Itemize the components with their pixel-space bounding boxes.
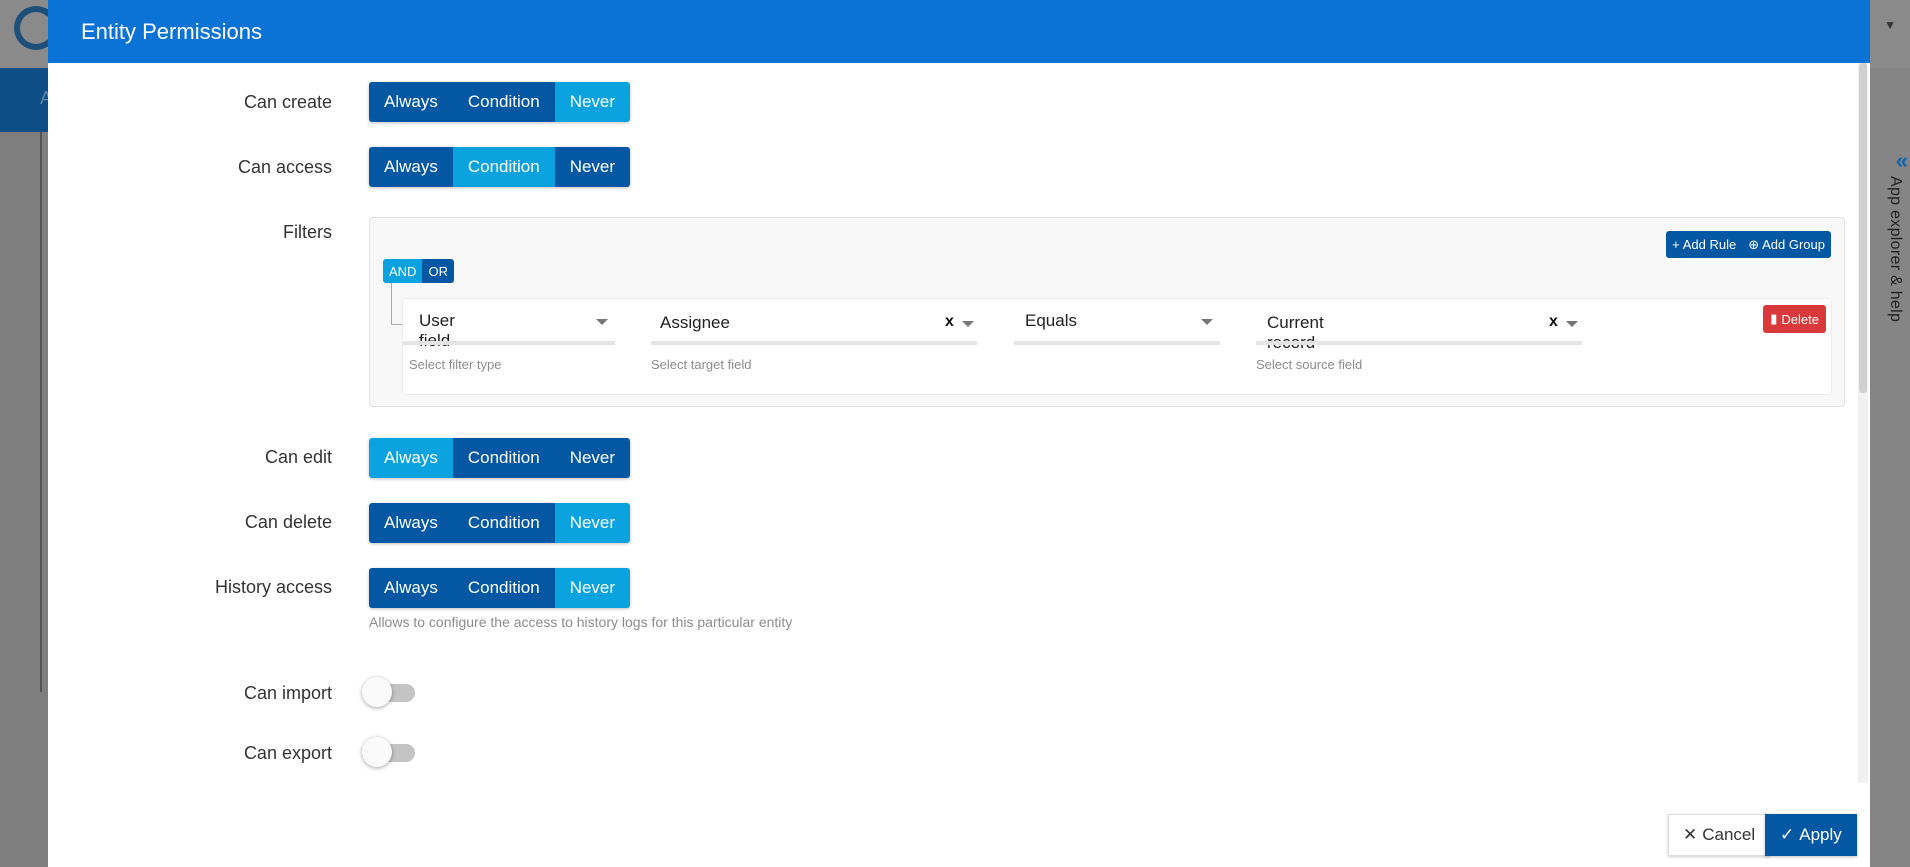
can-create-never-button[interactable]: Never (554, 82, 631, 122)
chevron-down-icon[interactable] (962, 321, 974, 327)
history-access-label: History access (214, 577, 332, 597)
modal-header: Entity Permissions (48, 0, 1870, 63)
filter-type-value: User field (419, 311, 455, 350)
plus-icon: + (1672, 237, 1680, 252)
can-edit-always-button[interactable]: Always (369, 438, 453, 478)
trash-icon: ▮ (1770, 311, 1778, 326)
chevron-down-icon[interactable] (1201, 319, 1213, 325)
toggle-knob (362, 677, 392, 707)
filter-rule: User field Select filter type Assignee x… (402, 298, 1832, 395)
can-create-label: Can create (243, 92, 332, 112)
add-rule-button[interactable]: + Add Rule (1666, 231, 1742, 258)
can-export-label: Can export (243, 743, 332, 763)
can-access-condition-button[interactable]: Condition (452, 147, 555, 187)
target-field-value: Assignee (660, 313, 730, 332)
scrollbar-thumb[interactable] (1859, 63, 1867, 393)
add-rule-label: Add Rule (1682, 237, 1737, 252)
plus-circle-icon: ⊕ (1748, 236, 1760, 252)
can-delete-label: Can delete (244, 512, 332, 532)
can-edit-segment: Always Condition Never (369, 438, 631, 478)
target-field-hint: Select target field (651, 357, 752, 372)
can-edit-never-button[interactable]: Never (554, 438, 631, 478)
chevron-down-icon[interactable] (1566, 321, 1578, 327)
clear-icon[interactable]: x (1549, 313, 1558, 331)
can-create-always-button[interactable]: Always (369, 82, 453, 122)
can-access-segment: Always Condition Never (369, 147, 631, 187)
add-group-label: Add Group (1762, 237, 1825, 252)
app-explorer-panel[interactable]: « App explorer & help (1870, 68, 1910, 867)
chevron-down-icon[interactable] (596, 319, 608, 325)
collapse-chevron-icon[interactable]: « (1896, 148, 1908, 174)
and-button[interactable]: AND (383, 259, 423, 283)
history-access-hint: Allows to configure the access to histor… (369, 614, 793, 630)
can-import-toggle[interactable] (362, 677, 418, 707)
can-edit-label: Can edit (264, 447, 332, 467)
history-access-never-button[interactable]: Never (554, 568, 631, 608)
can-delete-condition-button[interactable]: Condition (452, 503, 555, 543)
delete-rule-button[interactable]: ▮ Delete (1763, 305, 1826, 333)
cancel-button[interactable]: ✕ Cancel (1668, 814, 1771, 856)
filters-label: Filters (283, 222, 332, 242)
group-actions: + Add Rule ⊕ Add Group (1666, 231, 1831, 258)
can-access-never-button[interactable]: Never (554, 147, 631, 187)
can-access-always-button[interactable]: Always (369, 147, 453, 187)
can-access-label: Can access (237, 157, 332, 177)
toggle-knob (362, 737, 392, 767)
app-explorer-label[interactable]: App explorer & help (1886, 176, 1904, 322)
history-access-condition-button[interactable]: Condition (452, 568, 555, 608)
field-underline (651, 341, 977, 345)
clear-icon[interactable]: x (945, 313, 954, 331)
entity-permissions-modal: Entity Permissions Can create Always Con… (48, 0, 1870, 867)
delete-label: Delete (1781, 311, 1819, 327)
can-delete-always-button[interactable]: Always (369, 503, 453, 543)
source-field-value: Current record (1267, 313, 1324, 352)
add-group-button[interactable]: ⊕ Add Group (1742, 231, 1831, 258)
and-or-toggle: AND OR (383, 259, 454, 283)
source-field-hint: Select source field (1256, 357, 1363, 372)
background-divider (40, 132, 42, 692)
filter-type-hint: Select filter type (409, 357, 502, 372)
apply-label: Apply (1799, 825, 1842, 844)
can-create-condition-button[interactable]: Condition (452, 82, 555, 122)
can-import-label: Can import (243, 683, 332, 703)
operator-value: Equals (1025, 311, 1077, 330)
can-delete-never-button[interactable]: Never (554, 503, 631, 543)
field-underline (1014, 341, 1220, 345)
can-delete-segment: Always Condition Never (369, 503, 631, 543)
can-export-toggle[interactable] (362, 737, 418, 767)
close-icon: ✕ (1683, 825, 1698, 844)
check-icon: ✓ (1780, 825, 1795, 844)
user-menu-caret-icon: ▼ (1884, 18, 1896, 32)
can-edit-condition-button[interactable]: Condition (452, 438, 555, 478)
can-create-segment: Always Condition Never (369, 82, 631, 122)
modal-scrollbar[interactable] (1858, 63, 1868, 783)
cancel-label: Cancel (1702, 825, 1756, 844)
modal-title: Entity Permissions (81, 18, 262, 44)
filters-builder: AND OR + Add Rule ⊕ Add Group User field… (369, 217, 1845, 407)
field-underline (1256, 341, 1582, 345)
or-button[interactable]: OR (422, 259, 454, 283)
history-access-always-button[interactable]: Always (369, 568, 453, 608)
history-access-segment: Always Condition Never (369, 568, 631, 608)
field-underline (403, 341, 615, 345)
apply-button[interactable]: ✓ Apply (1765, 814, 1857, 856)
